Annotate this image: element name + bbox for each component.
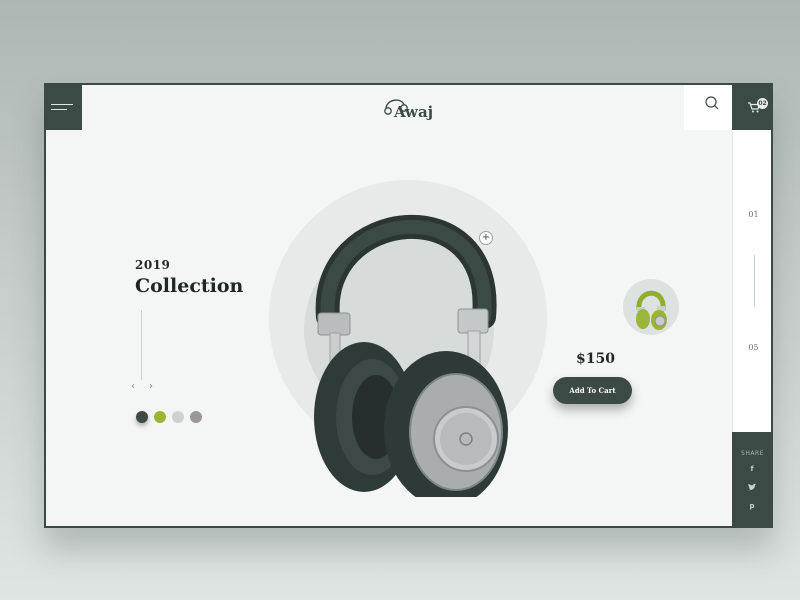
cart-icon	[748, 102, 761, 113]
product-price: $150	[576, 351, 615, 367]
brand-name: Awaj	[394, 103, 434, 121]
current-page-number: 01	[748, 210, 759, 219]
total-page-number: 05	[748, 343, 759, 352]
twitter-icon[interactable]	[746, 482, 758, 494]
facebook-icon[interactable]: f	[746, 463, 758, 475]
search-button[interactable]	[684, 85, 732, 130]
product-page-window: Awaj 02 01 05 SHARE f p 2019 Collection …	[44, 83, 773, 528]
color-swatch-lime[interactable]	[154, 411, 166, 423]
twitter-bird-icon	[748, 483, 756, 491]
menu-button[interactable]	[46, 85, 82, 130]
collection-title: Collection	[135, 275, 244, 297]
cart-button[interactable]: 02	[732, 85, 771, 130]
cart-count-badge: 02	[757, 98, 768, 109]
pinterest-icon[interactable]: p	[746, 500, 758, 512]
hotspot-plus-button[interactable]: +	[479, 231, 493, 245]
search-icon	[705, 96, 719, 110]
color-swatch-dark-green[interactable]	[136, 411, 148, 423]
share-label: SHARE	[741, 450, 764, 457]
product-variant-thumbnail[interactable]	[623, 279, 679, 335]
headphones-product-image	[314, 214, 508, 497]
color-swatch-light-grey[interactable]	[172, 411, 184, 423]
add-to-cart-button[interactable]: Add To Cart	[553, 377, 632, 404]
brand-logo[interactable]: Awaj	[382, 93, 442, 125]
collection-year: 2019	[135, 258, 171, 272]
decorative-divider	[141, 310, 142, 380]
hamburger-icon	[51, 104, 73, 105]
pagination-progress-line	[754, 255, 755, 307]
previous-arrow-icon[interactable]: ‹	[128, 381, 138, 393]
hamburger-icon-line	[51, 109, 67, 110]
share-panel: SHARE f p	[732, 432, 771, 526]
next-arrow-icon[interactable]: ›	[146, 381, 156, 393]
color-swatch-grey[interactable]	[190, 411, 202, 423]
pagination-rail: 01 05	[732, 130, 771, 432]
green-headphones-thumbnail-image	[636, 290, 667, 330]
